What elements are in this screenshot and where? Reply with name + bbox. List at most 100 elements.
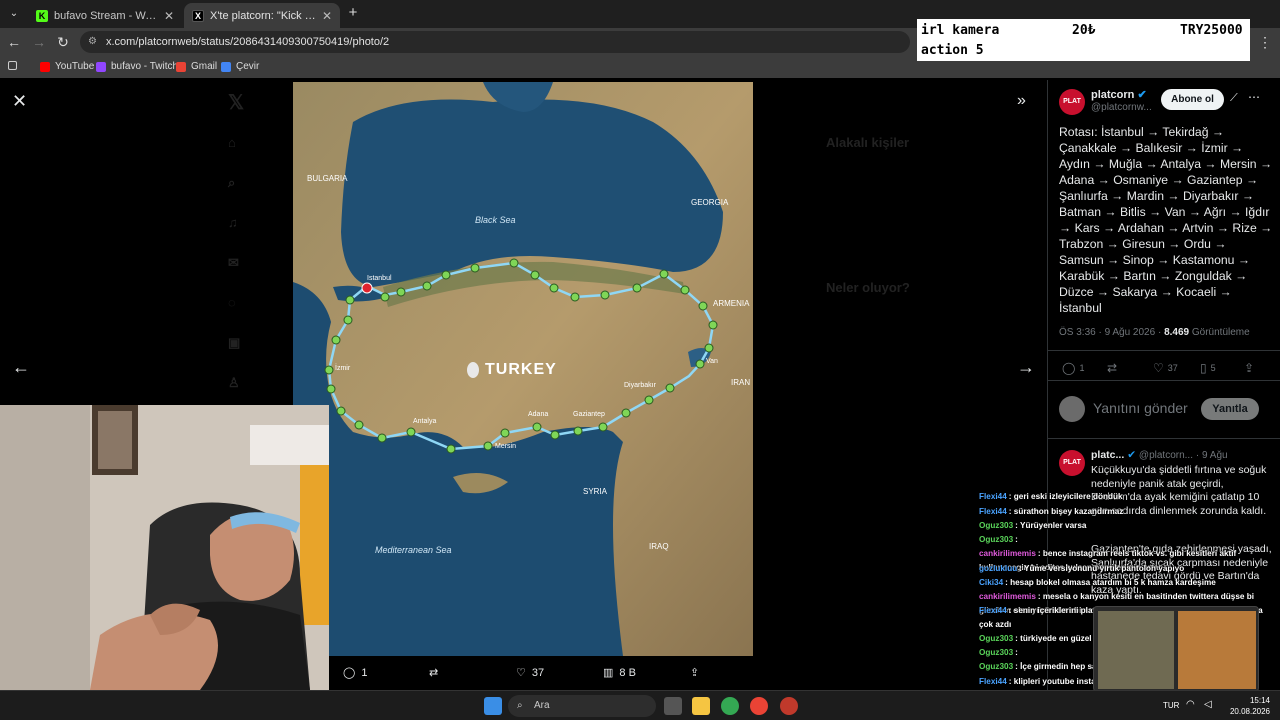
repost-button[interactable]: ⇄ bbox=[429, 666, 438, 679]
preview-thumbnail bbox=[1178, 611, 1256, 689]
chat-username[interactable]: cankirilimemis bbox=[979, 549, 1036, 558]
bookmark-label: YouTube bbox=[55, 61, 95, 72]
chat-username[interactable]: Flexi44 bbox=[979, 492, 1007, 501]
chat-text: : bbox=[1015, 648, 1018, 657]
chat-text: : geri eski izleyicilere döndük bbox=[1008, 492, 1123, 501]
tweet-reply-button[interactable]: ◯ 1 bbox=[1062, 361, 1084, 375]
stream-goal-overlay: irl kamera action 5 20₺ TRY25000 bbox=[917, 19, 1250, 61]
next-photo-icon[interactable]: → bbox=[1017, 358, 1035, 376]
chat-username[interactable]: gozlukluu bbox=[979, 564, 1017, 573]
reply-count: 1 bbox=[1079, 363, 1085, 373]
bookmark-twitch[interactable]: bufavo - Twitch bbox=[96, 61, 178, 72]
grok-icon[interactable]: ⟋ bbox=[1230, 92, 1238, 105]
bookmark-youtube[interactable]: YouTube bbox=[40, 61, 94, 72]
close-tab-icon[interactable]: ✕ bbox=[164, 9, 174, 23]
volume-icon[interactable]: ◁ bbox=[1204, 699, 1212, 710]
wifi-icon[interactable]: ◠ bbox=[1186, 699, 1195, 710]
chat-username[interactable]: Oguz303 bbox=[979, 648, 1013, 657]
chat-username[interactable]: Oguz303 bbox=[979, 662, 1013, 671]
photo-action-bar: ◯ 1 ⇄ ♡ 37 ▥ 8 B ⇪ bbox=[329, 656, 753, 690]
tab-platcorn[interactable]: X X'te platcorn: "Kick yayıncısı Bu ✕ bbox=[184, 3, 340, 28]
url-input[interactable]: ⚙ x.com/platcornweb/status/2086431409300… bbox=[80, 31, 910, 53]
avatar[interactable]: PLAT bbox=[1059, 89, 1085, 115]
chrome-icon-2[interactable] bbox=[750, 697, 768, 715]
chat-username[interactable]: Ciki34 bbox=[979, 578, 1003, 587]
forward-icon[interactable]: → bbox=[31, 34, 47, 50]
map-label-turkey: TURKEY bbox=[485, 361, 557, 378]
taskbar: ⌕ Ara TUR ◠ ◁ 15:14 20.08.2026 bbox=[0, 690, 1280, 720]
like-button[interactable]: ♡ 37 bbox=[516, 666, 544, 680]
reply-author[interactable]: platc... bbox=[1091, 449, 1124, 461]
twitch-icon bbox=[96, 61, 106, 72]
reply-input[interactable]: Yanıtını gönder bbox=[1093, 400, 1188, 416]
chat-message: Flexi44: geri eski izleyicilere döndük bbox=[979, 490, 1279, 504]
chrome-icon[interactable] bbox=[721, 697, 739, 715]
chat-username[interactable]: cankirilimemis bbox=[979, 592, 1036, 601]
obs-icon[interactable] bbox=[780, 697, 798, 715]
apps-icon[interactable] bbox=[8, 61, 17, 70]
reply-icon: ◯ bbox=[1062, 361, 1076, 375]
kick-icon: K bbox=[36, 9, 48, 22]
chat-text: : Yürüyenler varsa bbox=[1015, 521, 1087, 530]
new-tab-icon[interactable]: + bbox=[345, 5, 361, 21]
site-info-icon[interactable]: ⚙ bbox=[88, 31, 97, 53]
author-handle[interactable]: @platcornw... bbox=[1091, 102, 1152, 113]
taskbar-preview-popup[interactable] bbox=[1093, 606, 1259, 692]
close-viewer-icon[interactable]: ✕ bbox=[12, 92, 27, 110]
chat-username[interactable]: Flexi44 bbox=[979, 677, 1007, 686]
verified-icon: ✔ bbox=[1127, 449, 1136, 461]
heart-icon: ♡ bbox=[516, 667, 526, 679]
back-icon[interactable]: ← bbox=[6, 34, 22, 50]
expand-panel-icon[interactable]: » bbox=[1017, 92, 1026, 110]
tweet-repost-button[interactable]: ⇄ bbox=[1107, 361, 1117, 375]
views-button[interactable]: ▥ 8 B bbox=[603, 666, 636, 680]
tweet-meta: ÖS 3:36 · 9 Ağu 2026 · 8.469 Görüntüleme bbox=[1059, 327, 1250, 338]
tweet-share-button[interactable]: ⇪ bbox=[1244, 361, 1254, 375]
chat-text: : hesap blokel olmasa atardım bi 5 k ham… bbox=[1005, 578, 1216, 587]
menu-icon[interactable]: ⋮ bbox=[1257, 34, 1273, 50]
chat-username[interactable]: Flexi44 bbox=[979, 507, 1007, 516]
map-label-armenia: ARMENIA bbox=[713, 299, 750, 308]
more-options-icon[interactable]: ⋯ bbox=[1248, 90, 1260, 104]
tab-bufavo-stream[interactable]: K bufavo Stream - Watch Live on ✕ bbox=[28, 3, 182, 28]
tweet-bookmark-button[interactable]: ▯ 5 bbox=[1200, 361, 1216, 375]
verified-icon: ✔ bbox=[1137, 89, 1147, 101]
map-label-iraq: IRAQ bbox=[649, 542, 669, 551]
bookmark-label: Gmail bbox=[191, 61, 218, 72]
overlay-label: irl kamera bbox=[921, 23, 1000, 38]
language-indicator[interactable]: TUR bbox=[1163, 701, 1179, 710]
map-label-adana: Adana bbox=[528, 411, 548, 418]
close-tab-icon[interactable]: ✕ bbox=[322, 9, 332, 23]
bookmark-gmail[interactable]: Gmail bbox=[176, 61, 217, 72]
reply-avatar[interactable]: PLAT bbox=[1059, 450, 1085, 476]
reply-submit-button[interactable]: Yanıtla bbox=[1201, 398, 1259, 420]
author-name[interactable]: platcorn ✔ bbox=[1091, 88, 1147, 101]
chat-username[interactable]: Oguz303 bbox=[979, 535, 1013, 544]
bookmark-icon: ▯ bbox=[1200, 361, 1207, 375]
chat-message: Flexi44: sürathon bişey kazandırmaz bbox=[979, 505, 1279, 519]
taskbar-search[interactable]: ⌕ Ara bbox=[508, 695, 656, 717]
tweet-like-button[interactable]: ♡ 37 bbox=[1153, 361, 1178, 375]
share-icon: ⇪ bbox=[1244, 361, 1255, 375]
preview-thumbnail bbox=[1098, 611, 1174, 689]
chat-username[interactable]: Flexi44 bbox=[979, 606, 1007, 615]
chat-username[interactable]: Oguz303 bbox=[979, 634, 1013, 643]
windows-start-icon[interactable] bbox=[484, 697, 502, 715]
reload-icon[interactable]: ↻ bbox=[55, 34, 71, 50]
streamer-webcam bbox=[0, 405, 329, 690]
tab-title: bufavo Stream - Watch Live on bbox=[54, 9, 158, 22]
follow-button[interactable]: Abone ol bbox=[1161, 89, 1224, 110]
file-explorer-icon[interactable] bbox=[692, 697, 710, 715]
reply-button[interactable]: ◯ 1 bbox=[343, 666, 367, 680]
system-clock[interactable]: 15:14 20.08.2026 bbox=[1222, 695, 1270, 717]
previous-photo-icon[interactable]: ← bbox=[12, 358, 30, 376]
share-button[interactable]: ⇪ bbox=[690, 666, 699, 679]
reply-icon: ◯ bbox=[343, 667, 356, 679]
task-view-icon[interactable] bbox=[664, 697, 682, 715]
chat-username[interactable]: Oguz303 bbox=[979, 521, 1013, 530]
bookmark-translate[interactable]: Çevir bbox=[221, 61, 259, 72]
map-label-georgia: GEORGIA bbox=[691, 198, 729, 207]
tab-search-icon[interactable]: ⌄ bbox=[6, 6, 22, 22]
bookmark-label: Çevir bbox=[236, 61, 260, 72]
user-avatar bbox=[1059, 396, 1085, 422]
